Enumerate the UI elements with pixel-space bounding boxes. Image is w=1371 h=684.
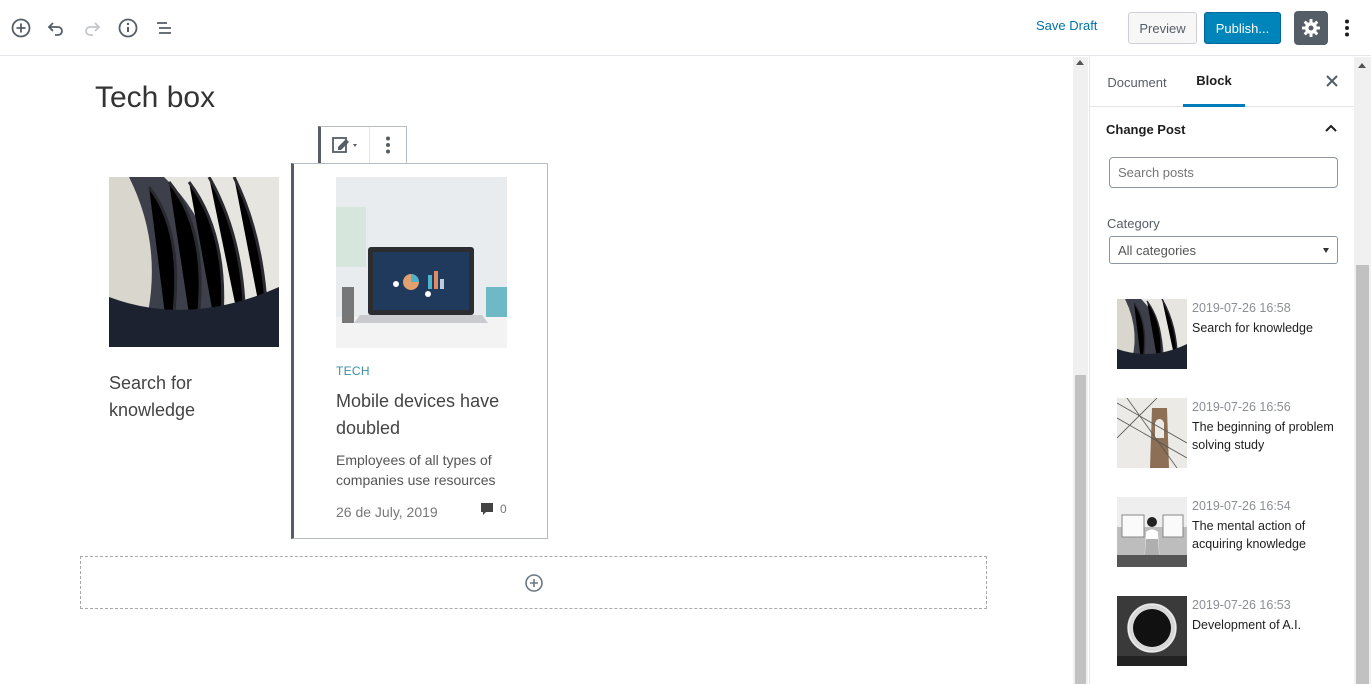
settings-sidebar: Document Block Change Post Category All … — [1089, 57, 1371, 684]
category-label: Category — [1107, 216, 1160, 231]
scrollbar-thumb[interactable] — [1075, 375, 1086, 684]
editor-header: Save Draft Preview Publish... — [0, 0, 1371, 56]
scroll-up-icon[interactable] — [1358, 63, 1366, 68]
block-toolbar — [318, 126, 407, 164]
post-thumbnail — [1117, 497, 1187, 567]
edit-post-icon — [332, 137, 358, 153]
redo-button[interactable] — [76, 12, 108, 44]
post-thumbnail — [1117, 398, 1187, 468]
scrollbar-thumb[interactable] — [1356, 265, 1369, 684]
post-excerpt: Employees of all types of companies use … — [336, 452, 496, 488]
post-thumbnail — [109, 176, 279, 348]
search-posts-input[interactable] — [1109, 157, 1338, 188]
content-info-button[interactable] — [112, 12, 144, 44]
vertical-ellipsis-icon — [1345, 19, 1349, 37]
post-list-item[interactable]: 2019-07-26 16:53 Development of A.I. — [1117, 596, 1347, 668]
publish-button[interactable]: Publish... — [1204, 12, 1281, 44]
post-card[interactable]: Search for knowledge — [109, 176, 279, 424]
add-block-button[interactable] — [5, 12, 37, 44]
post-list-item[interactable]: 2019-07-26 16:58 Search for knowledge — [1117, 299, 1347, 371]
post-card-title: Mobile devices have doubled — [336, 391, 500, 438]
undo-icon — [47, 22, 63, 36]
sidebar-tabs: Document Block — [1090, 57, 1354, 107]
post-item-date: 2019-07-26 16:56 — [1192, 400, 1291, 414]
close-icon — [1326, 75, 1338, 87]
comment-icon — [481, 503, 493, 515]
change-post-panel-toggle[interactable]: Change Post — [1090, 108, 1354, 150]
tab-block[interactable]: Block — [1183, 57, 1245, 107]
plus-circle-icon — [524, 573, 543, 592]
redo-icon — [85, 22, 101, 36]
comment-count: 0 — [480, 502, 507, 516]
post-category[interactable]: TECH — [336, 364, 370, 378]
post-card-title: Search for knowledge — [109, 373, 196, 420]
editor-canvas: Tech box Search for knowledge TECH Mobil… — [0, 57, 1073, 684]
vertical-ellipsis-icon — [386, 136, 391, 154]
category-select-value: All categories — [1118, 243, 1197, 258]
more-tools-button[interactable] — [1336, 12, 1358, 44]
post-item-title: Development of A.I. — [1192, 618, 1302, 632]
panel-title: Change Post — [1106, 122, 1186, 137]
post-item-date: 2019-07-26 16:54 — [1192, 499, 1291, 513]
undo-button[interactable] — [40, 12, 72, 44]
post-thumbnail — [1117, 299, 1187, 369]
plus-circle-icon — [11, 18, 31, 38]
tab-document[interactable]: Document — [1094, 57, 1180, 107]
post-list-item[interactable]: 2019-07-26 16:56 The beginning of proble… — [1117, 398, 1347, 470]
save-draft-button[interactable]: Save Draft — [1036, 18, 1097, 38]
post-item-title: Search for knowledge — [1192, 321, 1313, 335]
category-select[interactable]: All categories — [1109, 236, 1338, 264]
gear-icon — [1302, 19, 1320, 37]
comment-count-value: 0 — [500, 502, 507, 516]
post-item-date: 2019-07-26 16:53 — [1192, 598, 1291, 612]
selected-post-card[interactable]: TECH Mobile devices have doubled Employe… — [291, 163, 548, 539]
post-thumbnail — [1117, 596, 1187, 666]
block-more-options-button[interactable] — [370, 127, 406, 163]
editor-scrollbar[interactable] — [1073, 57, 1088, 684]
preview-button[interactable]: Preview — [1128, 12, 1197, 44]
post-title[interactable]: Tech box — [95, 81, 215, 115]
post-list-item[interactable]: 2019-07-26 16:54 The mental action of ac… — [1117, 497, 1347, 569]
chevron-up-icon — [1325, 124, 1337, 132]
sidebar-scrollbar[interactable] — [1354, 57, 1371, 684]
post-date: 26 de July, 2019 — [336, 504, 438, 520]
block-navigation-button[interactable] — [148, 12, 180, 44]
info-icon — [118, 18, 138, 38]
close-sidebar-button[interactable] — [1320, 69, 1344, 93]
list-icon — [157, 22, 171, 34]
chevron-down-icon — [1323, 248, 1329, 253]
post-item-title: The mental action of acquiring knowledge — [1192, 519, 1306, 551]
scroll-up-icon[interactable] — [1076, 60, 1084, 65]
settings-button[interactable] — [1294, 11, 1328, 45]
block-appender[interactable] — [80, 556, 987, 609]
post-item-title: The beginning of problem solving study — [1192, 420, 1334, 452]
post-item-date: 2019-07-26 16:58 — [1192, 301, 1291, 315]
post-thumbnail — [336, 177, 507, 348]
block-switcher-button[interactable] — [321, 127, 371, 163]
